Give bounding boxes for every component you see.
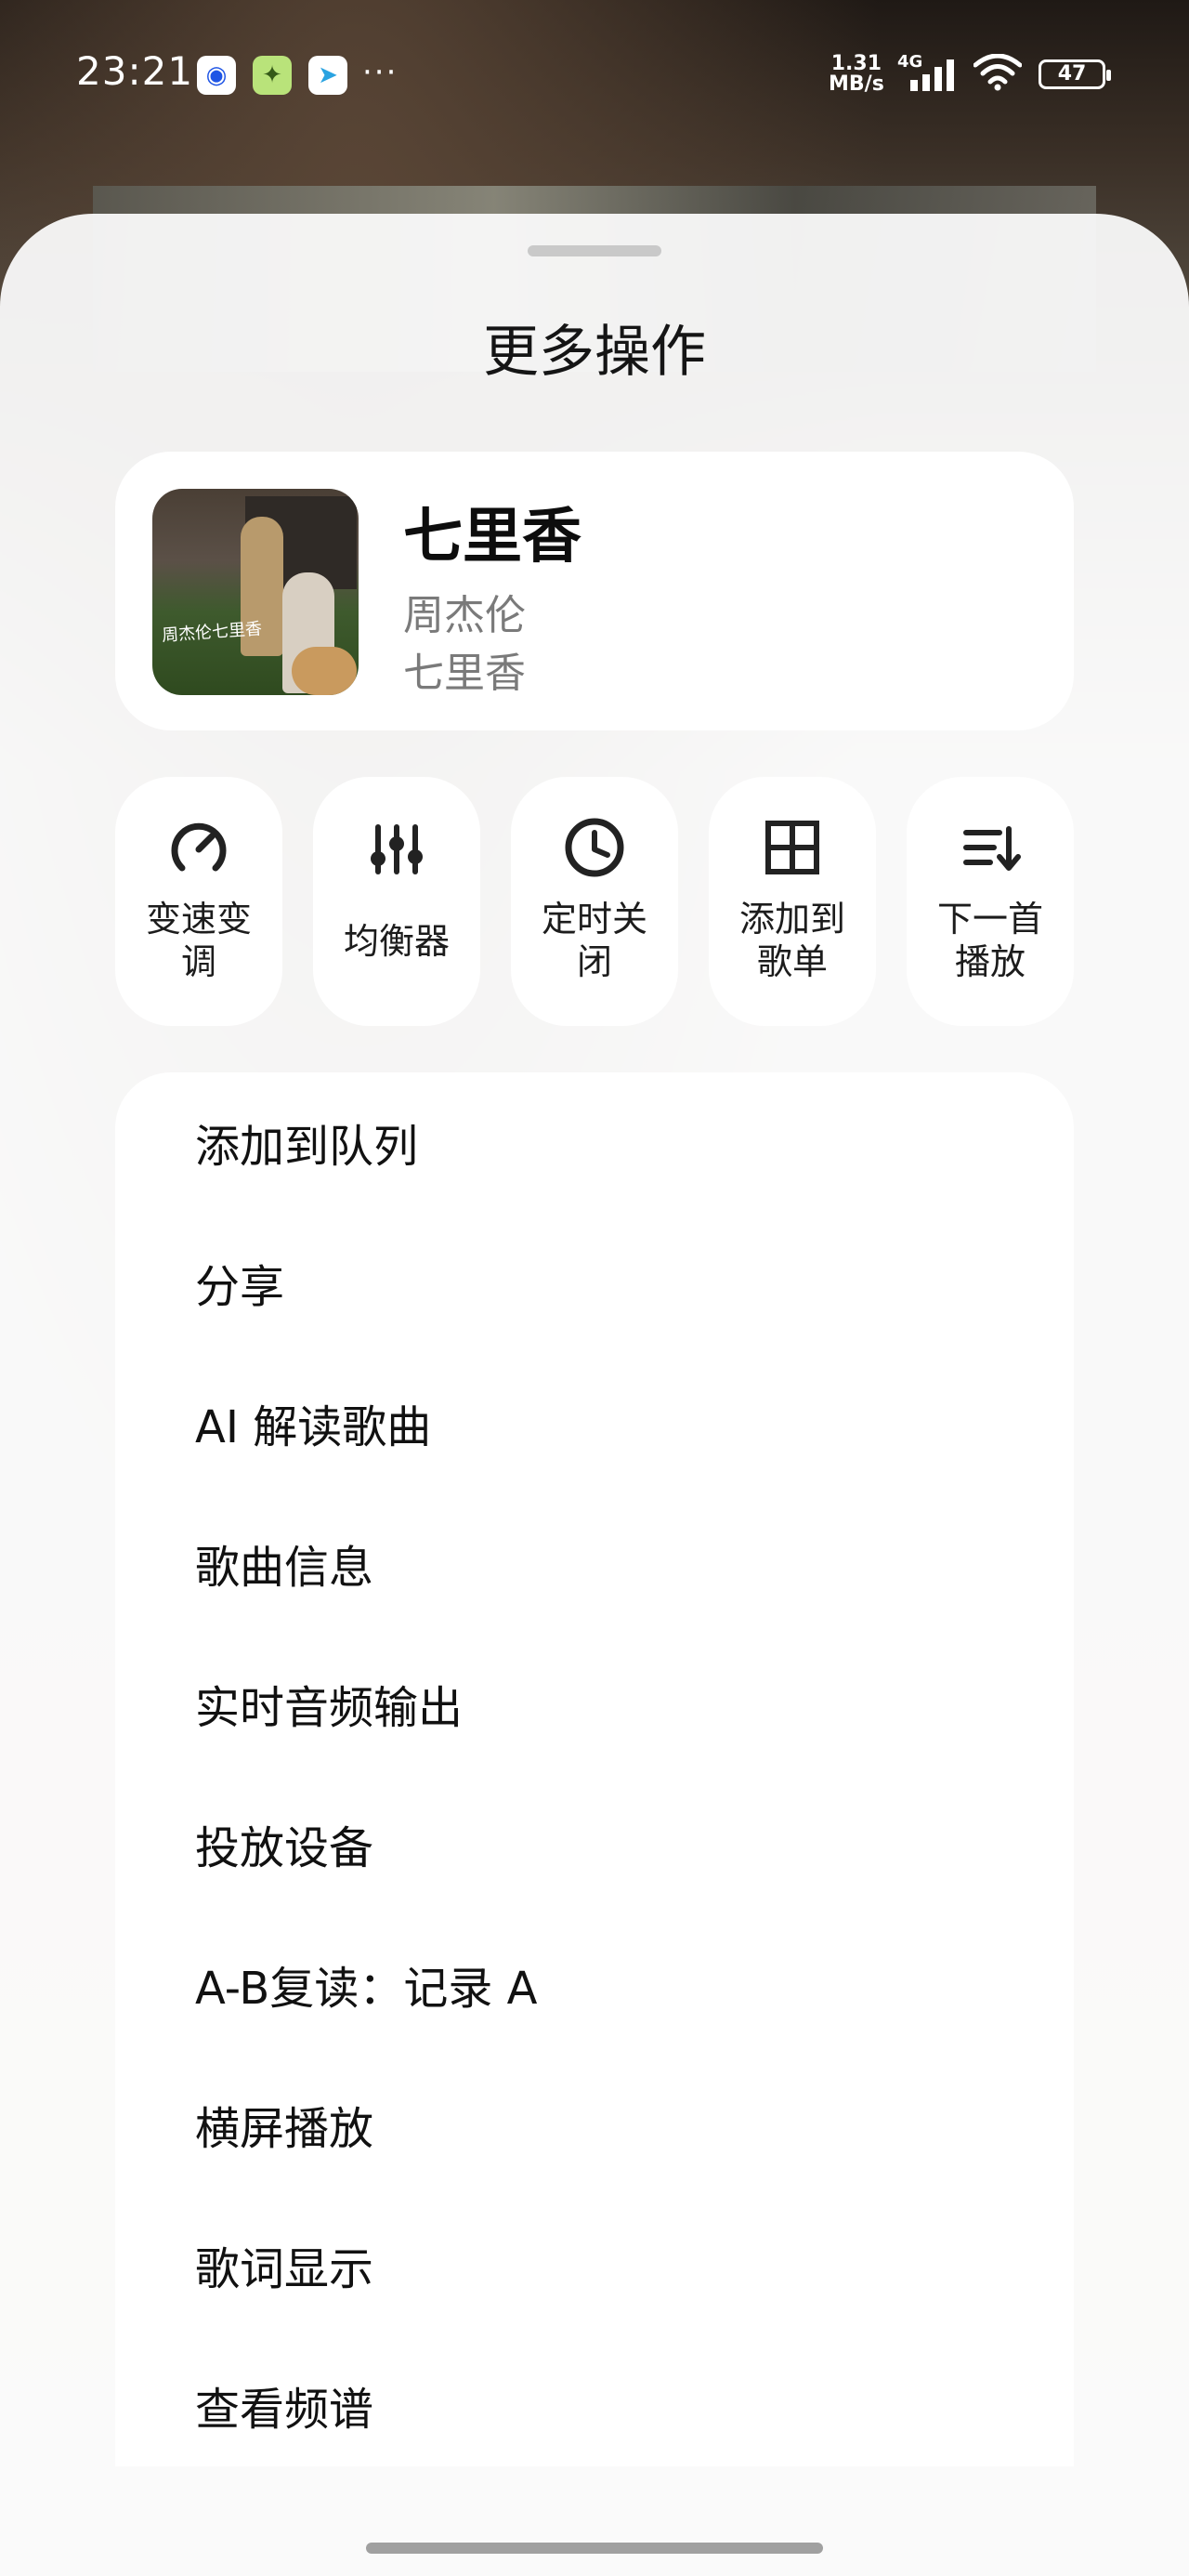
more-actions-sheet: 更多操作 周杰伦七里香 七里香 周杰伦 七里香 变速变 调 均衡器 定时关 闭 … (0, 214, 1189, 2576)
menu-share[interactable]: 分享 (152, 1227, 1037, 1347)
play-next-button[interactable]: 下一首 播放 (907, 777, 1074, 1026)
add-to-playlist-button[interactable]: 添加到 歌单 (709, 777, 876, 1026)
quick-actions: 变速变 调 均衡器 定时关 闭 添加到 歌单 下一首 播放 (115, 777, 1074, 1028)
grid-add-icon (765, 821, 819, 874)
menu-song-info[interactable]: 歌曲信息 (152, 1507, 1037, 1628)
play-next-icon (963, 826, 1021, 871)
clock-icon (565, 818, 624, 877)
song-album: 七里香 (403, 650, 526, 697)
menu-ab-repeat[interactable]: A-B复读：记录 A (152, 1928, 1037, 2049)
sleep-timer-button[interactable]: 定时关 闭 (511, 777, 678, 1026)
album-art: 周杰伦七里香 (152, 489, 359, 695)
menu-ai-interpret[interactable]: AI 解读歌曲 (152, 1367, 1037, 1488)
app-notification-icon: ✦ (253, 56, 292, 95)
menu-audio-output[interactable]: 实时音频输出 (152, 1648, 1037, 1768)
network-speed: 1.31 MB/s (829, 52, 884, 96)
menu-add-to-queue[interactable]: 添加到队列 (152, 1086, 1037, 1207)
status-time: 23:21 (76, 48, 194, 94)
sheet-title: 更多操作 (483, 320, 706, 385)
speed-pitch-button[interactable]: 变速变 调 (115, 777, 282, 1026)
battery-icon: 47 (1039, 59, 1111, 89)
speed-gauge-icon (171, 822, 227, 872)
gesture-navigation-bar[interactable] (366, 2543, 823, 2554)
menu-lyrics-display[interactable]: 歌词显示 (152, 2209, 1037, 2330)
app-notification-icon: ◉ (197, 56, 236, 95)
drag-handle[interactable] (528, 245, 661, 256)
song-artist: 周杰伦 (403, 592, 526, 639)
song-title: 七里香 (403, 503, 581, 572)
song-info-card: 周杰伦七里香 七里香 周杰伦 七里香 (115, 452, 1074, 730)
equalizer-button[interactable]: 均衡器 (313, 777, 480, 1026)
menu-landscape-play[interactable]: 横屏播放 (152, 2069, 1037, 2189)
more-notifications-icon: ··· (362, 54, 399, 91)
menu-view-spectrum[interactable]: 查看频谱 (152, 2349, 1037, 2470)
menu-list: 添加到队列 分享 AI 解读歌曲 歌曲信息 实时音频输出 投放设备 A-B复读：… (115, 1072, 1074, 2466)
equalizer-icon (371, 824, 423, 874)
telegram-icon: ➤ (308, 56, 347, 95)
menu-cast-device[interactable]: 投放设备 (152, 1788, 1037, 1909)
status-bar: 23:21 ◉ ✦ ➤ ··· 1.31 MB/s 4G 47 (0, 0, 1189, 149)
wifi-icon (973, 54, 1022, 91)
cellular-signal-icon: 4G (897, 52, 960, 91)
